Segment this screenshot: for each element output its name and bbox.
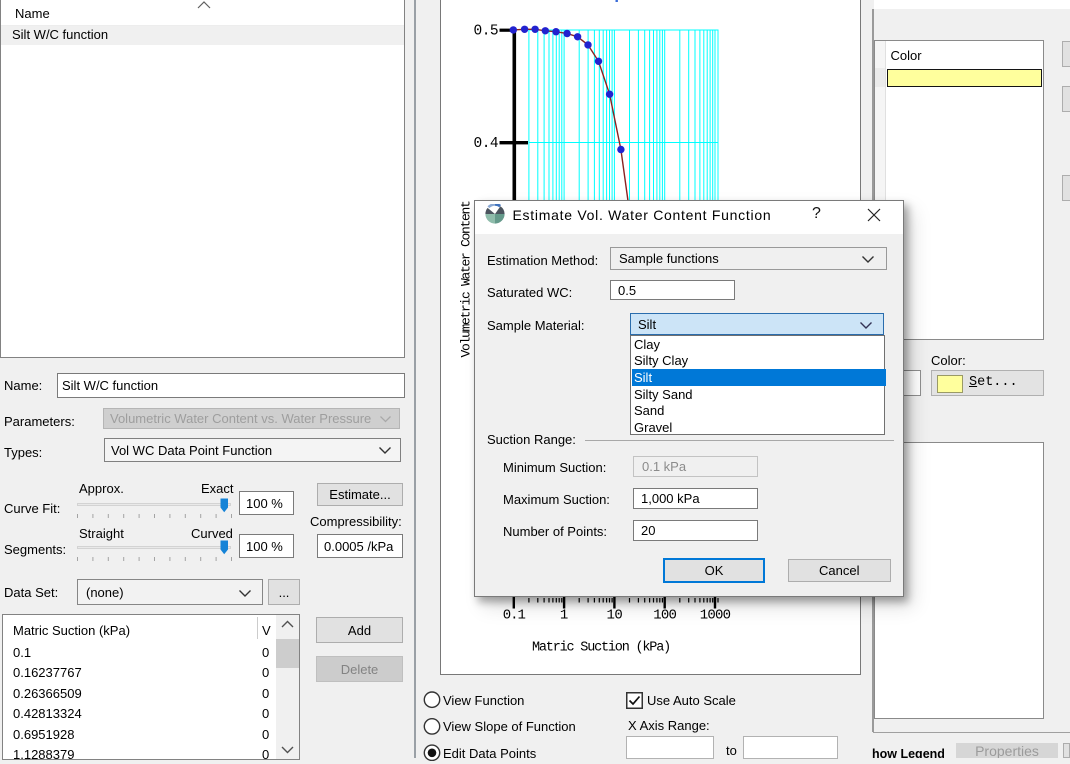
svg-text:0.1: 0.1 bbox=[503, 608, 526, 624]
svg-text:100: 100 bbox=[653, 608, 676, 624]
svg-text:Volumetric Water Content: Volumetric Water Content bbox=[459, 201, 474, 358]
svg-text:1000: 1000 bbox=[700, 608, 731, 624]
svg-text:1: 1 bbox=[560, 608, 568, 624]
svg-text:10: 10 bbox=[606, 608, 622, 624]
svg-text:0.4: 0.4 bbox=[474, 136, 499, 152]
svg-text:Matric Suction (kPa): Matric Suction (kPa) bbox=[532, 641, 670, 656]
svg-text:0.5: 0.5 bbox=[474, 24, 499, 40]
